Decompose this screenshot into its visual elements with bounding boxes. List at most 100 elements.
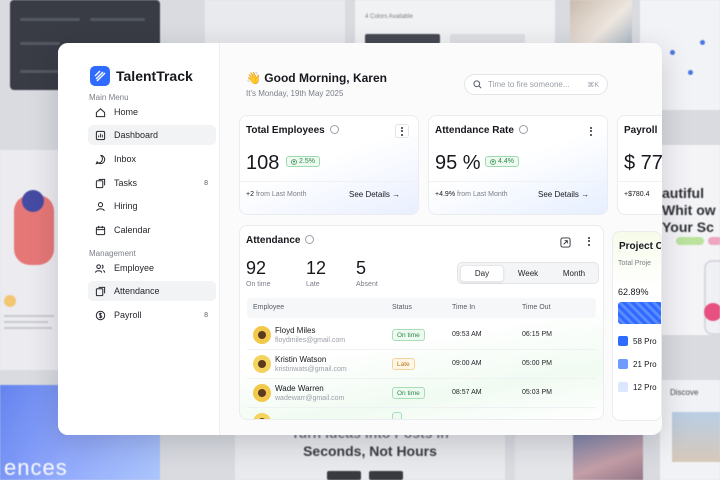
bg-top-thumb — [205, 0, 345, 44]
sidebar-item-label: Attendance — [114, 286, 160, 296]
sidebar-item-label: Inbox — [114, 154, 137, 164]
bg-line — [4, 321, 48, 323]
column-employee[interactable]: Employee — [253, 304, 284, 311]
column-time-in[interactable]: Time In — [452, 304, 475, 311]
card-title: Total Employees — [246, 124, 339, 136]
play-icon — [704, 303, 720, 321]
expand-icon[interactable] — [560, 235, 571, 253]
total-employees-card: Total Employees 108 2.5% +2 from Last Mo… — [239, 115, 419, 215]
delta-label: from Last Month — [457, 191, 508, 198]
see-details-link[interactable]: See Details → — [349, 190, 400, 199]
column-time-out[interactable]: Time Out — [522, 304, 551, 311]
arrow-up-icon — [490, 158, 496, 165]
link-label: See Details — [538, 190, 579, 199]
sidebar-item-label: Dashboard — [114, 130, 159, 140]
sidebar-item-payroll[interactable]: Payroll 8 — [88, 305, 216, 325]
sidebar-item-tasks[interactable]: Tasks 8 — [88, 173, 216, 193]
column-status[interactable]: Status — [392, 304, 412, 311]
sidebar-item-calendar[interactable]: Calendar — [88, 220, 216, 240]
bg-illustration-thumb — [0, 150, 60, 370]
greeting-text: Good Morning, Karen — [264, 71, 387, 85]
sidebar-item-label: Hiring — [114, 201, 138, 211]
legend-label: 58 Pro — [633, 337, 657, 346]
bg-line — [20, 42, 60, 45]
main-menu-label: Main Menu — [89, 93, 129, 102]
payroll-value: $ 77 — [624, 152, 662, 174]
time-in: 09:53 AM — [452, 331, 482, 338]
card-title: Payroll — [624, 125, 658, 136]
info-icon[interactable] — [518, 124, 528, 134]
card-title: Attendance — [246, 234, 315, 246]
bg-pill — [708, 237, 720, 245]
change-badge: 2.5% — [286, 156, 320, 167]
card-title: Attendance Rate — [435, 124, 528, 136]
app-name: TalentTrack — [116, 68, 193, 84]
tab-month[interactable]: Month — [552, 265, 596, 282]
table-row[interactable]: Floyd Miles floydmiles@gmail.com On time… — [247, 321, 596, 350]
home-icon — [94, 106, 106, 118]
delta-value: +4.9% — [435, 191, 456, 198]
more-options-button[interactable] — [395, 124, 409, 138]
bg-headline: Seconds, Not Hours — [303, 443, 437, 459]
map-pin-icon — [688, 70, 693, 75]
tab-day[interactable]: Day — [460, 265, 504, 282]
more-options-button[interactable] — [584, 124, 598, 138]
bg-line — [20, 18, 80, 21]
bg-right-bottom-thumb: Discove — [660, 380, 720, 480]
avatar — [253, 355, 271, 373]
bg-line — [90, 18, 145, 21]
table-row[interactable] — [247, 408, 596, 419]
table-row[interactable]: Kristin Watson kristinwats@gmail.com Lat… — [247, 350, 596, 379]
change-badge: 4.4% — [485, 156, 519, 167]
sidebar-item-inbox[interactable]: Inbox — [88, 149, 216, 169]
card-title: Project C — [619, 241, 662, 252]
more-options-button[interactable] — [582, 234, 596, 248]
delta-text: +2 from Last Month — [246, 191, 307, 198]
bg-right-headline: autiful Whit ow Your Sc — [662, 185, 716, 235]
bg-right-thumb: autiful Whit ow Your Sc — [660, 145, 720, 335]
info-icon[interactable] — [305, 234, 315, 244]
sidebar-item-employee[interactable]: Employee — [88, 258, 216, 278]
attendance-icon — [94, 285, 106, 297]
change-value: 2.5% — [299, 158, 315, 165]
project-percent: 62.89% — [618, 287, 649, 297]
bg-landscape-photo — [573, 432, 643, 480]
avatar — [253, 326, 271, 344]
sidebar-item-home[interactable]: Home — [88, 102, 216, 122]
bg-phone-mockup — [704, 260, 720, 335]
tab-week[interactable]: Week — [506, 265, 550, 282]
sidebar-item-label: Employee — [114, 263, 155, 273]
sidebar-item-dashboard[interactable]: Dashboard — [88, 125, 216, 145]
arrow-right-icon: → — [392, 190, 401, 199]
legend-label: 12 Pro — [633, 383, 657, 392]
status-badge: On time — [392, 387, 425, 399]
bg-line — [4, 315, 54, 317]
employee-email: floydmiles@gmail.com — [275, 337, 346, 344]
project-progress-bar — [618, 302, 661, 324]
sidebar-item-label: Home — [114, 107, 139, 117]
app-logo-icon[interactable] — [90, 66, 110, 86]
change-value: 4.4% — [498, 158, 514, 165]
time-in: 08:57 AM — [452, 389, 482, 396]
sidebar-item-attendance[interactable]: Attendance — [88, 281, 216, 301]
info-icon[interactable] — [329, 124, 339, 134]
search-input[interactable]: Time to fire someone... ⌘K — [464, 74, 608, 95]
see-details-link[interactable]: See Details → — [538, 190, 589, 199]
bg-photo — [672, 412, 720, 462]
bg-store-button — [327, 471, 361, 480]
sidebar-item-hiring[interactable]: Hiring — [88, 196, 216, 216]
calendar-icon — [94, 224, 106, 236]
project-subtitle: Total Proje — [618, 260, 652, 267]
payroll-card: Payroll $ 77 +$780.4 — [617, 115, 662, 215]
on-time-label: On time — [246, 281, 271, 288]
tasks-icon — [94, 177, 106, 189]
bg-store-button — [369, 471, 403, 480]
divider — [240, 181, 418, 182]
bg-house-photo — [570, 0, 632, 44]
table-row[interactable]: Wade Warren wadewarr@gmail.com On time 0… — [247, 379, 596, 408]
project-card: Project C Total Proje 62.89% 58 Pro 21 P… — [612, 231, 662, 421]
delta-label: from Last Month — [255, 191, 307, 198]
late-label: Late — [306, 281, 320, 288]
current-date: It's Monday, 19th May 2025 — [246, 89, 344, 98]
sidebar-item-label: Tasks — [114, 178, 138, 188]
